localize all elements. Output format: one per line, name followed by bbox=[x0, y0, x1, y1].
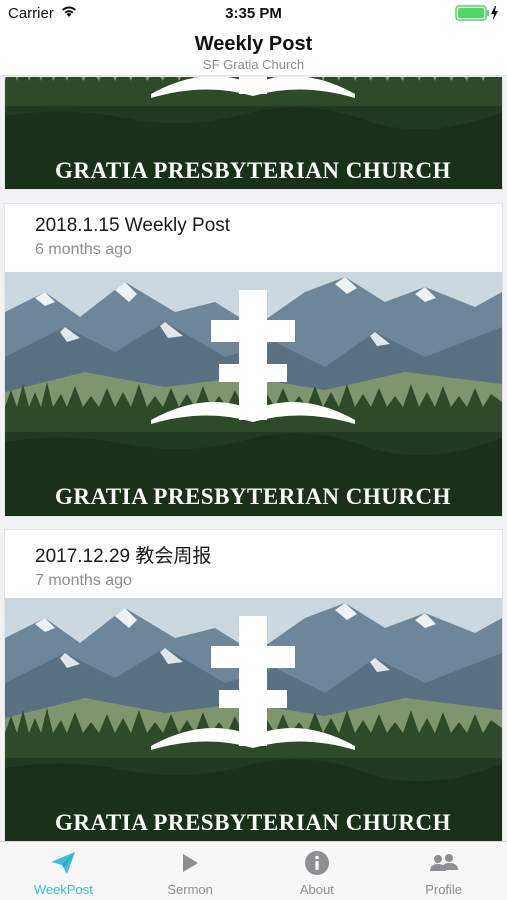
banner-text: GRATIA PRESBYTERIAN CHURCH bbox=[55, 810, 451, 835]
tab-sermon[interactable]: Sermon bbox=[127, 842, 254, 900]
post-title: 2018.1.15 Weekly Post bbox=[35, 215, 231, 236]
church-banner-image: GRATIA PRESBYTERIAN CHURCH bbox=[5, 598, 502, 841]
banner-text: GRATIA PRESBYTERIAN CHURCH bbox=[55, 484, 451, 509]
church-banner-image: GRATIA PRESBYTERIAN CHURCH bbox=[5, 272, 502, 516]
clock: 3:35 PM bbox=[225, 5, 282, 22]
status-bar: Carrier 3:35 PM bbox=[0, 0, 507, 28]
battery-icon bbox=[455, 5, 499, 26]
tab-label: WeekPost bbox=[33, 882, 93, 897]
tab-about[interactable]: About bbox=[254, 842, 381, 900]
post-title: 2017.12.29 教会周报 bbox=[35, 546, 212, 567]
navigation-bar: Weekly Post SF Gratia Church bbox=[0, 28, 507, 76]
previous-post-banner[interactable]: GRATIA PRESBYTERIAN CHURCH bbox=[4, 77, 503, 190]
info-icon bbox=[254, 849, 381, 877]
page-title: Weekly Post bbox=[194, 33, 313, 55]
tab-bar: WeekPost Sermon About Profile bbox=[0, 841, 507, 900]
people-icon bbox=[380, 849, 507, 877]
post-header[interactable]: 2017.12.29 教会周报 7 months ago bbox=[5, 530, 502, 598]
tab-label: Sermon bbox=[167, 882, 213, 897]
paper-plane-icon bbox=[0, 849, 127, 877]
tab-weekpost[interactable]: WeekPost bbox=[0, 842, 127, 900]
post-card[interactable]: 2017.12.29 教会周报 7 months ago GRATIA PRES… bbox=[4, 529, 503, 841]
tab-label: Profile bbox=[425, 882, 463, 897]
post-card[interactable]: 2018.1.15 Weekly Post 6 months ago GRATI… bbox=[4, 203, 503, 517]
post-timestamp: 7 months ago bbox=[35, 572, 132, 589]
tab-profile[interactable]: Profile bbox=[380, 842, 507, 900]
banner-text: GRATIA PRESBYTERIAN CHURCH bbox=[55, 158, 451, 183]
post-timestamp: 6 months ago bbox=[35, 241, 132, 258]
page-subtitle: SF Gratia Church bbox=[202, 57, 305, 72]
church-banner-image: GRATIA PRESBYTERIAN CHURCH bbox=[5, 77, 502, 189]
weekly-post-feed[interactable]: GRATIA PRESBYTERIAN CHURCH 2018.1.15 Wee… bbox=[0, 77, 507, 841]
tab-label: About bbox=[299, 882, 334, 897]
play-icon bbox=[127, 849, 254, 877]
post-header[interactable]: 2018.1.15 Weekly Post 6 months ago bbox=[5, 204, 502, 272]
